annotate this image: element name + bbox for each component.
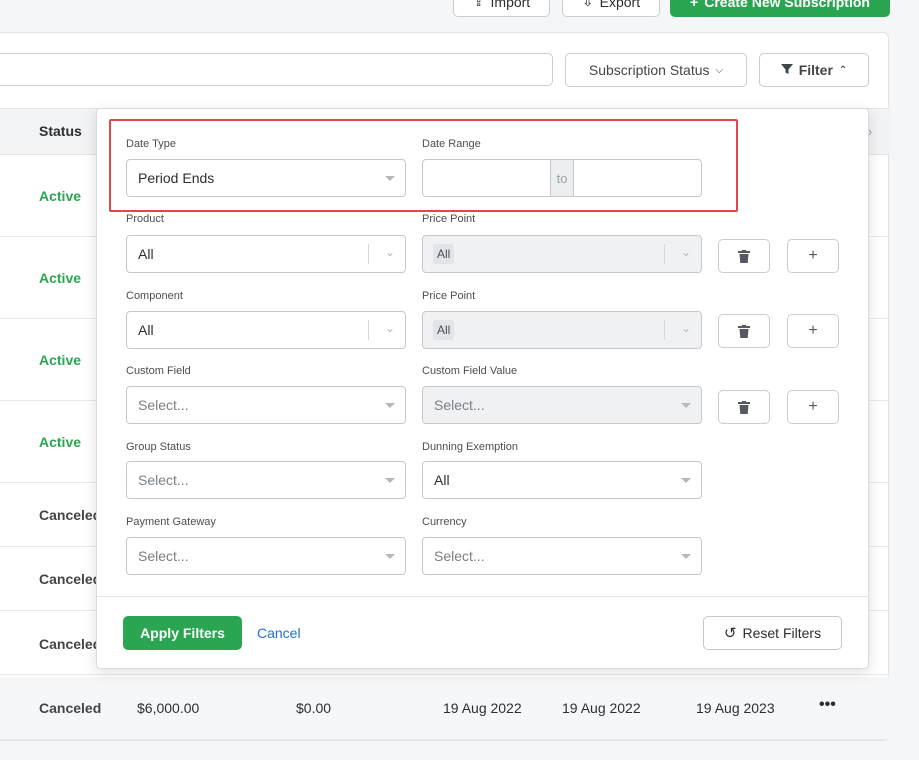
filter-button[interactable]: Filter ⌃ (759, 53, 869, 87)
filter-label: Filter (798, 62, 833, 78)
plus-icon: + (808, 322, 818, 339)
payment-gateway-label: Payment Gateway (126, 516, 216, 528)
status-badge: Active (39, 434, 82, 450)
caret-down-icon (681, 403, 691, 408)
chevron-up-icon: ⌃ (838, 64, 848, 76)
panel-divider (97, 596, 868, 597)
delete-custom-field-button[interactable] (718, 390, 770, 424)
custom-field-value-label: Custom Field Value (422, 365, 518, 377)
status-badge: Canceled (39, 571, 102, 587)
custom-field-label: Custom Field (126, 365, 191, 377)
custom-field-placeholder: Select... (138, 397, 189, 413)
chevron-down-icon: ⌄ (384, 245, 395, 259)
apply-filters-button[interactable]: Apply Filters (123, 616, 242, 650)
create-subscription-button[interactable]: + Create New Subscription (670, 0, 890, 17)
highlight-box (109, 119, 738, 212)
chevron-down-icon: ⌄ (680, 321, 691, 335)
add-product-button[interactable]: + (787, 239, 839, 273)
undo-icon: ↺ (723, 625, 737, 642)
custom-field-select[interactable]: Select... (126, 386, 406, 424)
product-price-point-label: Price Point (422, 213, 476, 225)
group-status-label: Group Status (126, 441, 191, 453)
dunning-exemption-select[interactable]: All (422, 461, 702, 499)
plus-icon: + (808, 398, 818, 415)
caret-down-icon (681, 478, 691, 483)
component-select[interactable]: All ⌄ (126, 311, 406, 349)
plus-icon: + (808, 247, 818, 264)
subscription-status-dropdown[interactable]: Subscription Status ⌵ (565, 53, 747, 87)
status-badge: Active (39, 270, 82, 286)
more-actions-icon[interactable]: ••• (819, 696, 836, 714)
upload-icon: ⇪ (472, 0, 485, 9)
add-component-button[interactable]: + (787, 314, 839, 348)
plus-icon: + (690, 0, 699, 10)
component-value: All (138, 322, 154, 338)
status-column-header[interactable]: Status (39, 123, 82, 139)
create-label: Create New Subscription (704, 0, 870, 10)
trash-icon (738, 400, 750, 414)
status-badge: Active (39, 352, 82, 368)
select-divider (664, 244, 665, 264)
component-label: Component (126, 290, 183, 302)
download-icon: ⇩ (581, 0, 594, 9)
amount-cell: $6,000.00 (137, 700, 200, 716)
date-cell: 19 Aug 2023 (696, 700, 775, 716)
export-label: Export (599, 0, 641, 10)
payment-gateway-placeholder: Select... (138, 548, 189, 564)
export-button[interactable]: ⇩ Export (562, 0, 660, 17)
caret-down-icon (385, 554, 395, 559)
dunning-exemption-value: All (434, 472, 450, 488)
cancel-link[interactable]: Cancel (257, 625, 301, 641)
group-status-select[interactable]: Select... (126, 461, 406, 499)
date-cell: 19 Aug 2022 (443, 700, 522, 716)
select-divider (368, 244, 369, 264)
import-label: Import (490, 0, 531, 10)
caret-down-icon (385, 403, 395, 408)
trash-icon (738, 249, 750, 263)
chevron-down-icon: ⌵ (715, 64, 724, 76)
group-status-placeholder: Select... (138, 472, 189, 488)
status-badge: Canceled (39, 636, 102, 652)
filter-icon (780, 62, 793, 78)
search-input[interactable] (0, 53, 553, 86)
import-button[interactable]: ⇪ Import (453, 0, 550, 17)
component-price-point-label: Price Point (422, 290, 476, 302)
subscription-status-label: Subscription Status (588, 62, 710, 78)
custom-field-value-placeholder: Select... (434, 397, 485, 413)
component-price-point-value: All (433, 320, 455, 340)
add-custom-field-button[interactable]: + (787, 390, 839, 424)
reset-filters-label: Reset Filters (742, 625, 822, 641)
select-divider (368, 320, 369, 340)
product-value: All (138, 246, 154, 262)
chevron-down-icon: ⌄ (680, 245, 691, 259)
delete-component-button[interactable] (718, 314, 770, 348)
currency-label: Currency (422, 516, 467, 528)
currency-select[interactable]: Select... (422, 537, 702, 575)
status-badge: Canceled (39, 700, 102, 716)
currency-placeholder: Select... (434, 548, 485, 564)
date-cell: 19 Aug 2022 (562, 700, 641, 716)
balance-cell: $0.00 (296, 700, 332, 716)
chevron-down-icon: ⌄ (384, 321, 395, 335)
product-price-point-value: All (433, 244, 455, 264)
caret-down-icon (681, 554, 691, 559)
status-badge: Canceled (39, 507, 102, 523)
component-price-point-select[interactable]: All ⌄ (422, 311, 702, 349)
product-select[interactable]: All ⌄ (126, 235, 406, 273)
custom-field-value-select[interactable]: Select... (422, 386, 702, 424)
delete-product-button[interactable] (718, 239, 770, 273)
reset-filters-button[interactable]: ↺ Reset Filters (703, 616, 842, 650)
dunning-exemption-label: Dunning Exemption (422, 441, 519, 453)
payment-gateway-select[interactable]: Select... (126, 537, 406, 575)
product-label: Product (126, 213, 164, 225)
product-price-point-select[interactable]: All ⌄ (422, 235, 702, 273)
trash-icon (738, 324, 750, 338)
caret-down-icon (385, 478, 395, 483)
select-divider (664, 320, 665, 340)
status-badge: Active (39, 188, 82, 204)
